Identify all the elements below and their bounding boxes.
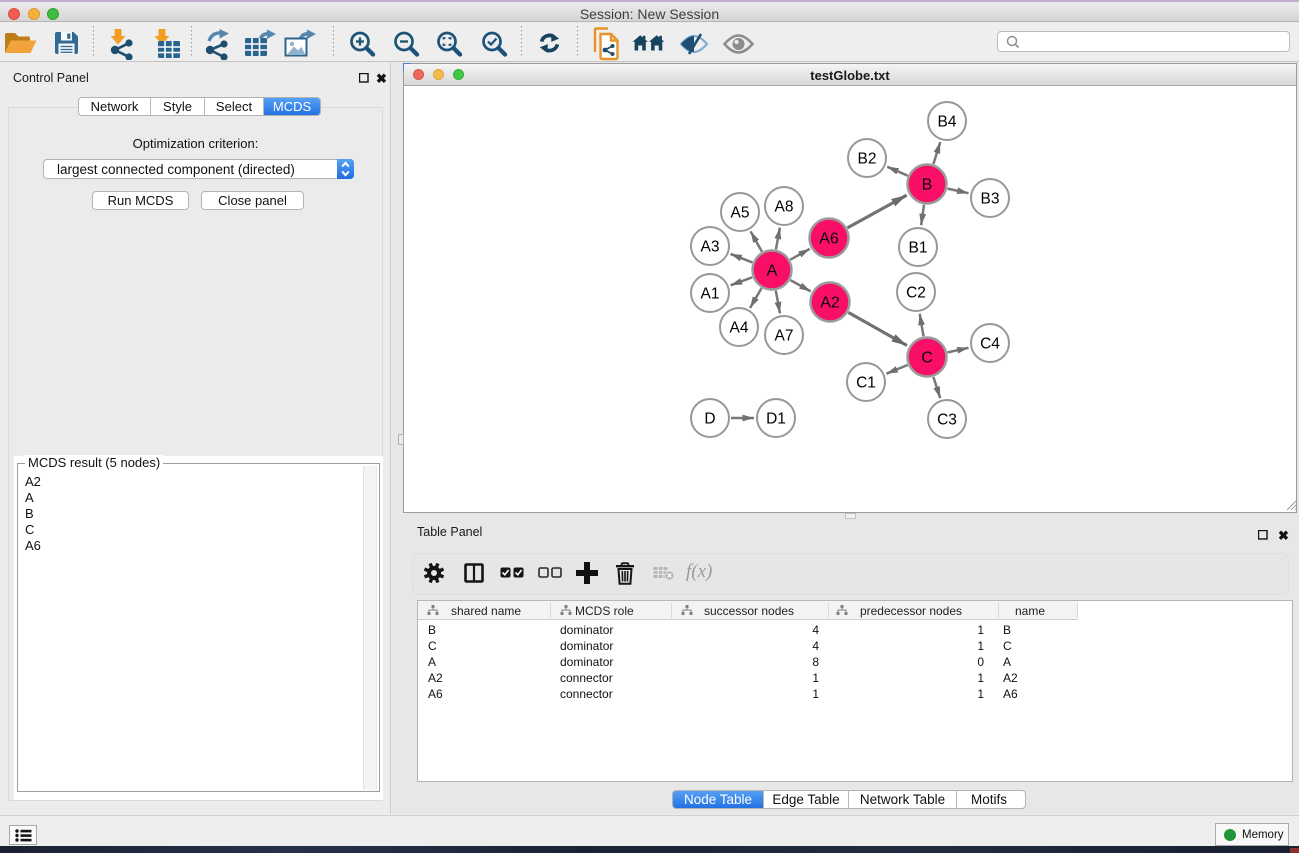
- svg-text:A5: A5: [731, 205, 750, 222]
- svg-text:B2: B2: [858, 151, 877, 168]
- svg-text:B1: B1: [909, 240, 928, 257]
- svg-text:C: C: [921, 350, 933, 367]
- svg-text:A: A: [767, 263, 778, 280]
- svg-text:A3: A3: [701, 239, 720, 256]
- svg-text:C2: C2: [906, 285, 926, 302]
- svg-text:A8: A8: [775, 199, 794, 216]
- svg-text:C1: C1: [856, 375, 876, 392]
- svg-text:D: D: [704, 411, 715, 428]
- svg-text:A4: A4: [730, 320, 749, 337]
- svg-text:A1: A1: [701, 286, 720, 303]
- svg-text:B4: B4: [938, 114, 957, 131]
- svg-text:B3: B3: [981, 191, 1000, 208]
- svg-text:A6: A6: [819, 231, 839, 248]
- svg-text:D1: D1: [766, 411, 786, 428]
- svg-text:A2: A2: [820, 295, 840, 312]
- svg-text:A7: A7: [775, 328, 794, 345]
- svg-text:C4: C4: [980, 336, 1000, 353]
- svg-text:B: B: [922, 177, 933, 194]
- svg-text:C3: C3: [937, 412, 957, 429]
